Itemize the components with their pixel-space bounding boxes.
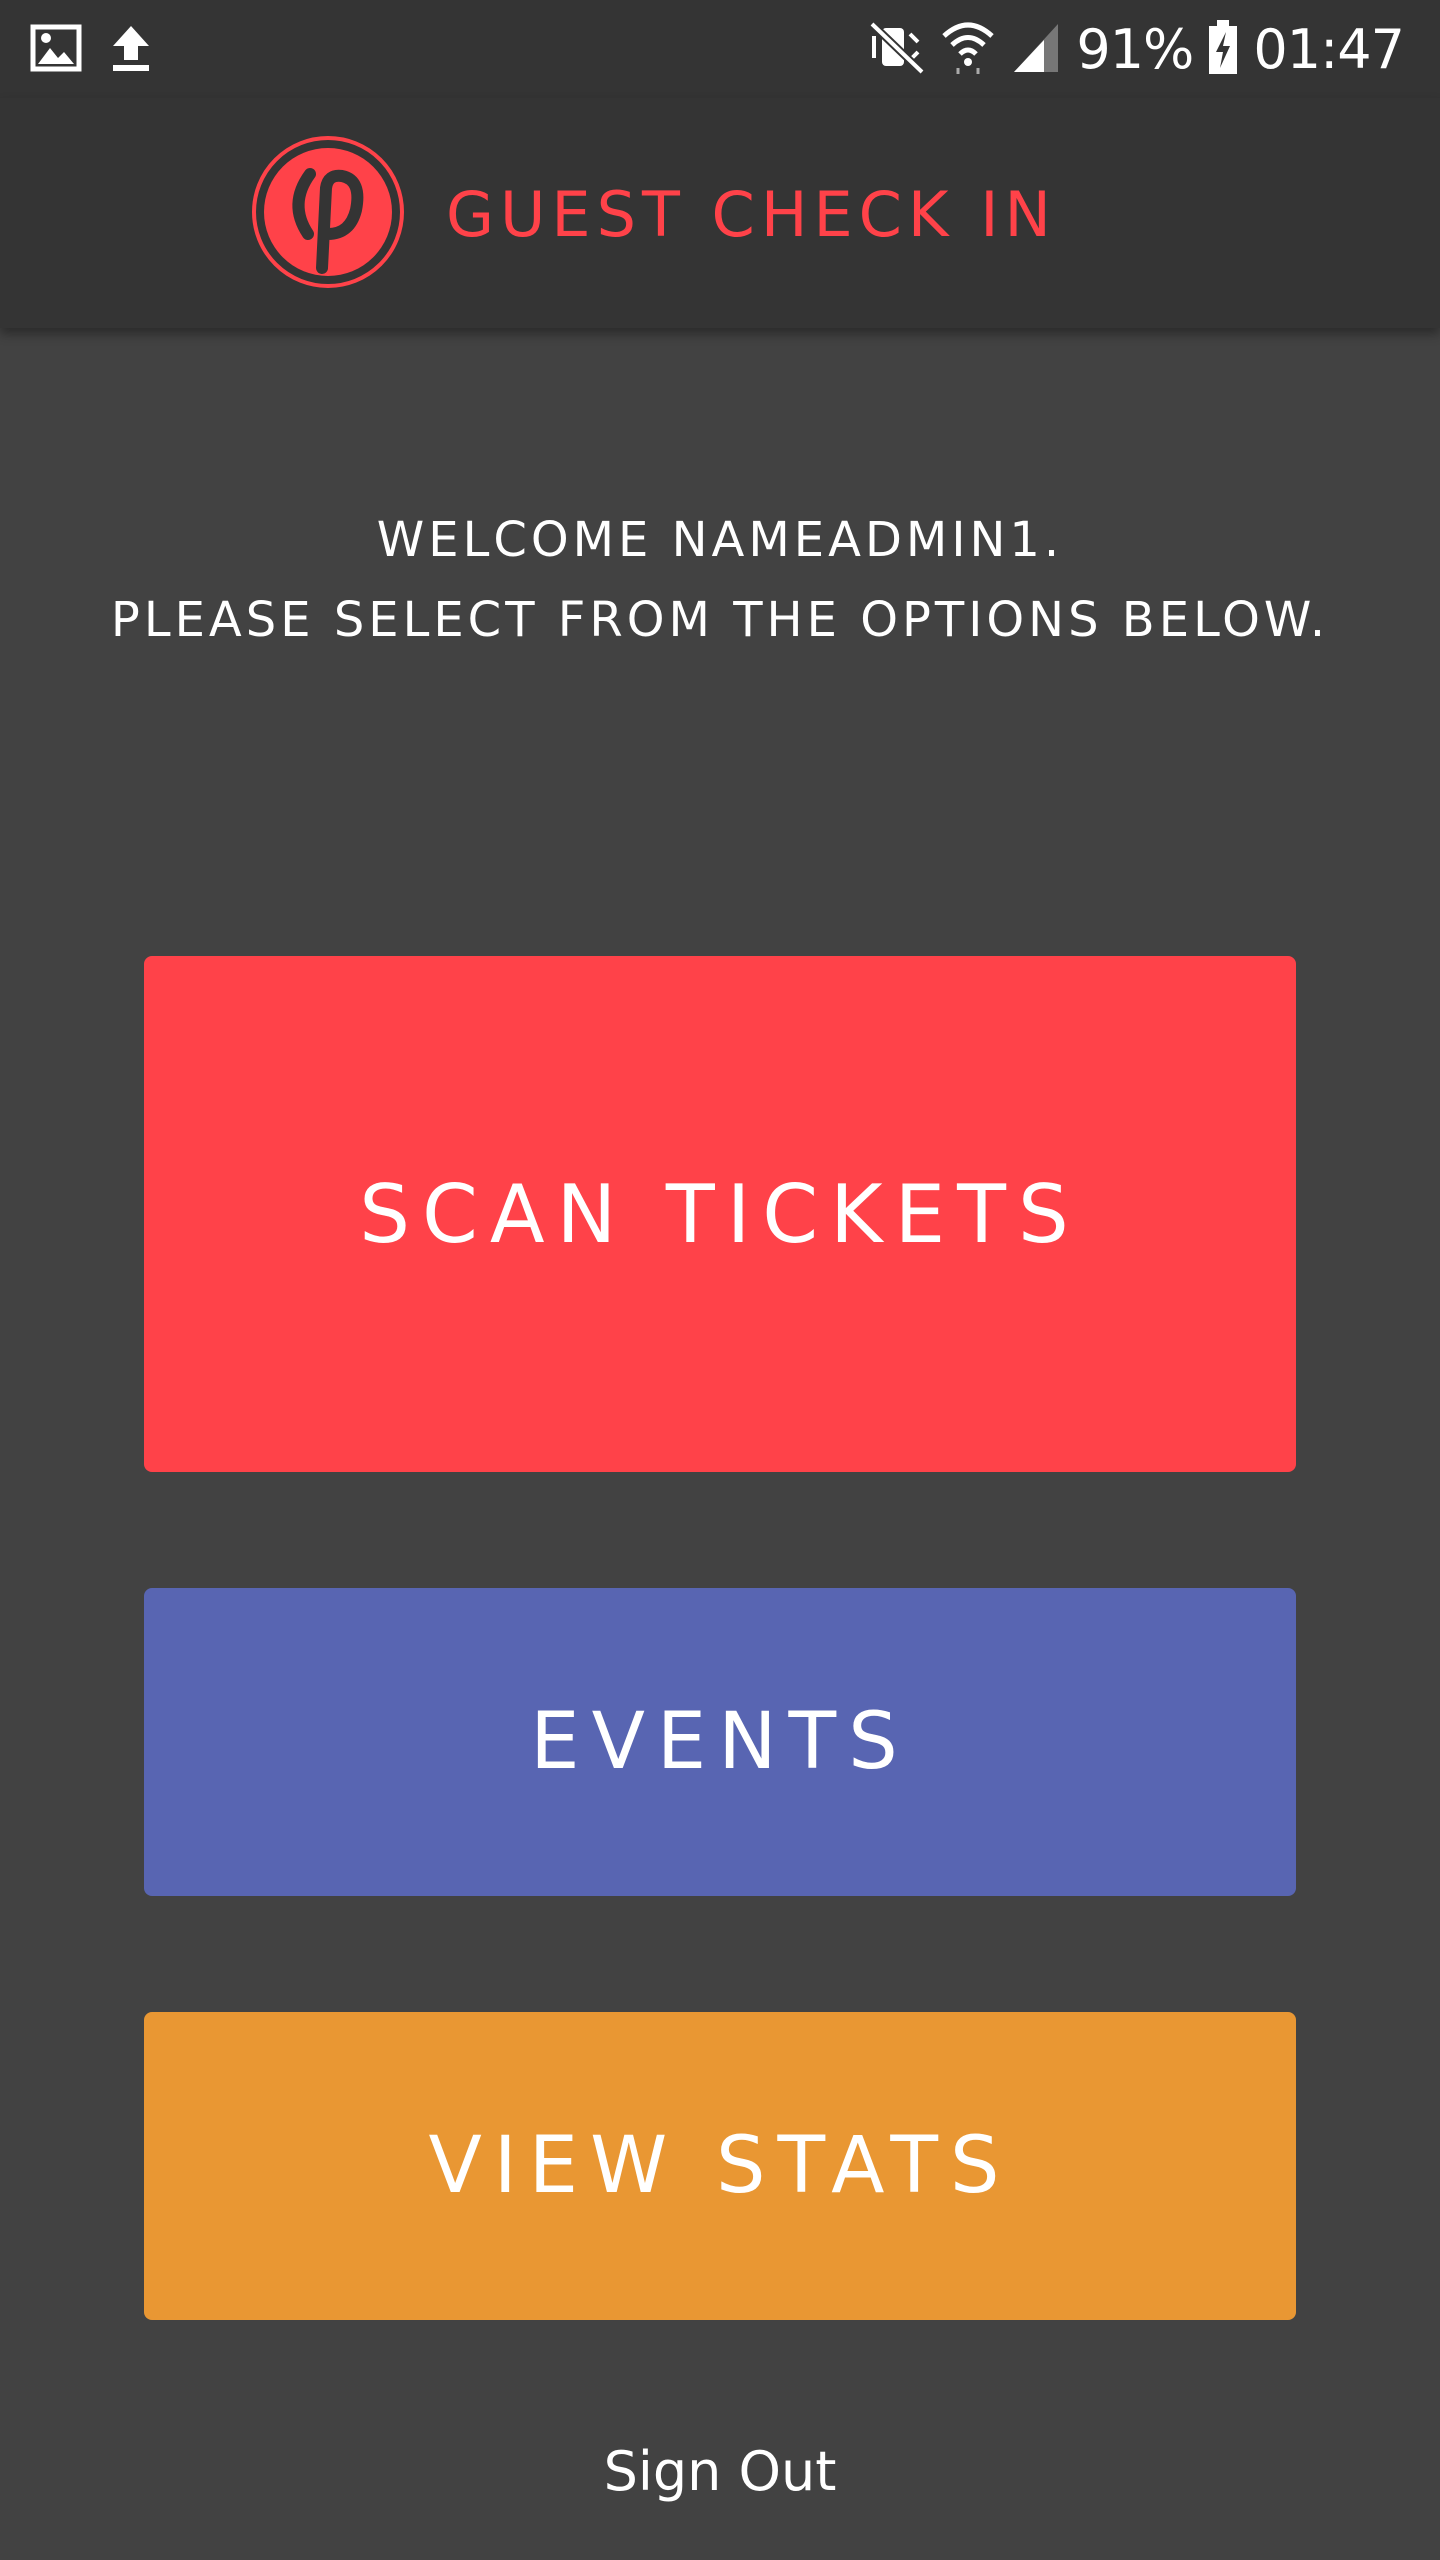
guest-check-in-logo-icon bbox=[250, 134, 406, 295]
view-stats-button[interactable]: VIEW STATS bbox=[144, 2012, 1296, 2320]
mute-icon bbox=[868, 18, 926, 81]
status-left-group bbox=[30, 22, 154, 79]
battery-charging-icon bbox=[1207, 18, 1239, 81]
events-button[interactable]: EVENTS bbox=[144, 1588, 1296, 1896]
welcome-line: WELCOME NAMEADMIN1. bbox=[376, 512, 1064, 568]
status-right-group: 91% 01:47 bbox=[868, 14, 1405, 84]
sign-out-link[interactable]: Sign Out bbox=[0, 2440, 1440, 2503]
clock: 01:47 bbox=[1253, 17, 1405, 81]
scan-tickets-button[interactable]: SCAN TICKETS bbox=[144, 956, 1296, 1472]
battery-percentage: 91% bbox=[1076, 17, 1194, 81]
app-title: GUEST CHECK IN bbox=[446, 178, 1057, 251]
status-bar: 91% 01:47 bbox=[0, 0, 1440, 98]
instruction-line: PLEASE SELECT FROM THE OPTIONS BELOW. bbox=[110, 592, 1330, 648]
upload-icon bbox=[108, 22, 154, 79]
brand: GUEST CHECK IN bbox=[250, 134, 1057, 295]
image-icon bbox=[30, 22, 82, 79]
signal-icon bbox=[1010, 18, 1062, 81]
app-header: GUEST CHECK IN bbox=[0, 98, 1440, 328]
welcome-message: WELCOME NAMEADMIN1. PLEASE SELECT FROM T… bbox=[0, 500, 1440, 660]
wifi-icon bbox=[940, 18, 996, 81]
